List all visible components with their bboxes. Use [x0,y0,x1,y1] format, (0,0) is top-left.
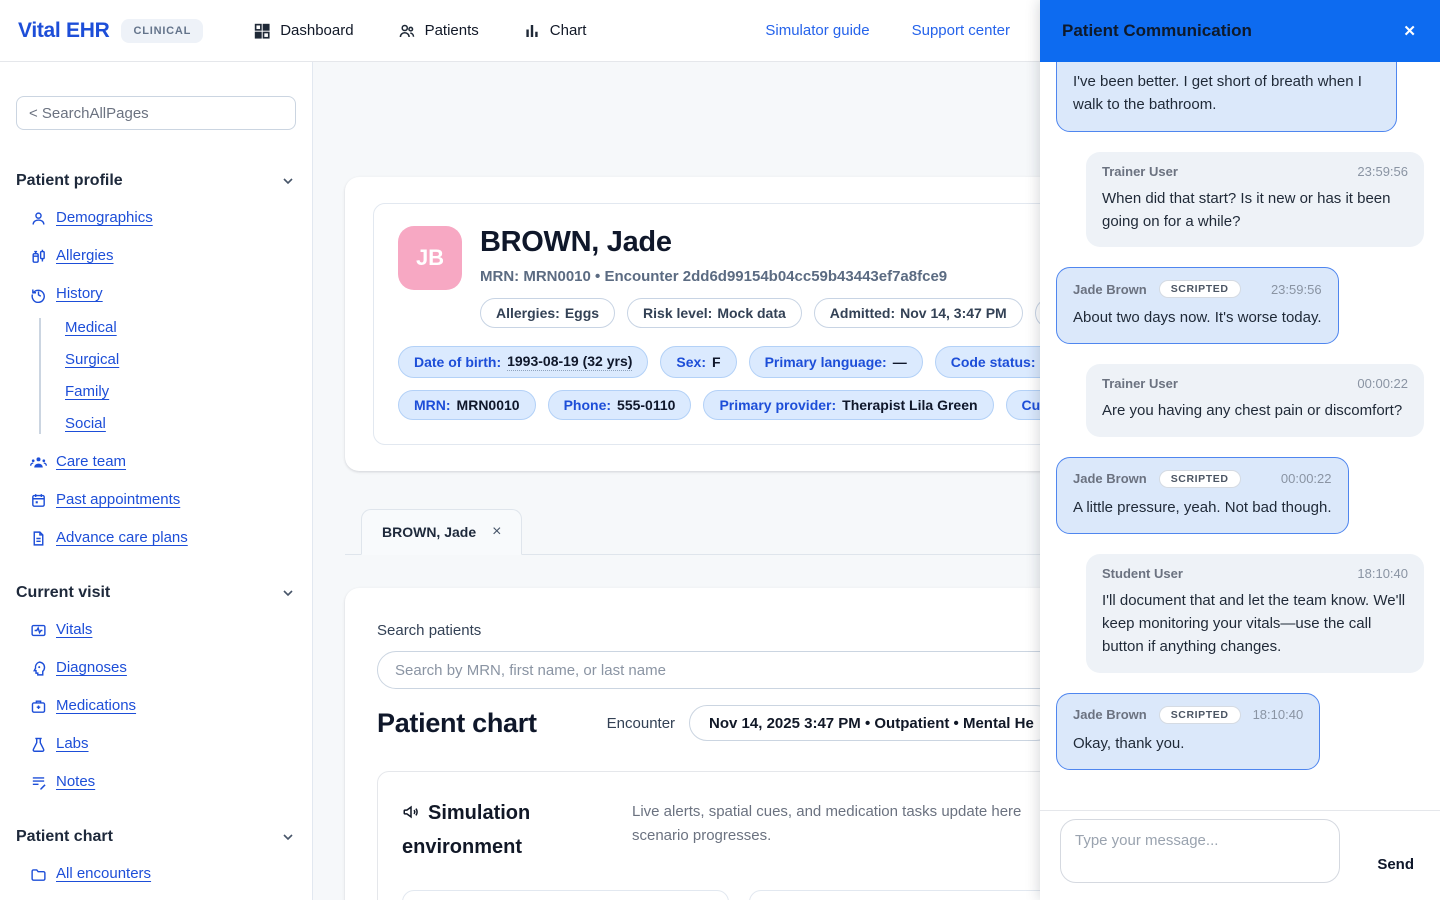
app-logo: Vital EHR [18,18,110,42]
chat-composer: Send [1040,810,1440,900]
section-patient-chart-label: Patient chart [16,828,113,845]
chat-message: Jade Brown SCRIPTED I've been better. I … [1056,62,1397,132]
history-icon [31,289,45,303]
section-patient-profile-label: Patient profile [16,172,123,189]
send-button[interactable]: Send [1371,855,1420,874]
sidebar-item-allergies[interactable]: Allergies [30,246,296,266]
chat-header: Patient Communication ✕ [1040,0,1440,62]
avatar: JB [398,226,462,290]
simulation-title: Simulation environment [402,802,531,858]
bar-chart-icon [526,24,538,37]
chevron-down-icon [283,178,293,185]
badge-primary-provider: Primary provider: Therapist Lila Green [703,390,994,420]
section-patient-chart[interactable]: Patient chart [16,828,296,846]
nav-dashboard-label: Dashboard [280,22,354,39]
chat-title: Patient Communication [1062,21,1252,40]
patient-tab[interactable]: BROWN, Jade × [361,509,523,555]
badge-allergies: Allergies: Eggs [480,298,616,328]
history-sub-list: Medical Surgical Family Social [39,318,296,434]
chat-message: Trainer User 23:59:56 When did that star… [1086,151,1424,247]
chat-message: Jade Brown SCRIPTED 23:59:56 About two d… [1056,267,1339,345]
badge-phone: Phone: 555-0110 [547,390,692,420]
badge-date-of-birth: Date of birth: 1993-08-19 (32 yrs) [398,346,649,378]
megaphone-icon [403,805,418,819]
sidebar-item-labs[interactable]: Labs [30,734,296,754]
badge-sex: Sex: F [660,346,737,378]
primary-nav: Dashboard Patients Chart [253,22,586,40]
sidebar-item-care-team[interactable]: Care team [30,452,296,472]
document-icon [33,530,44,546]
nav-patients-label: Patients [424,22,479,39]
sidebar-item-surgical[interactable]: Surgical [65,350,296,370]
flask-icon [32,737,45,752]
chat-message-input[interactable] [1060,819,1340,883]
medkit-icon [31,699,46,713]
patient-communication-panel: Patient Communication ✕ Jade Brown SCRIP… [1040,0,1440,900]
vaccine-icon [32,249,45,263]
sidebar: Patient profile Demographics Allergies H… [0,62,313,900]
folder-icon [31,868,46,881]
simulation-panel-left[interactable] [402,890,729,900]
badge-admitted: Admitted: Nov 14, 3:47 PM [813,298,1023,328]
support-center-link[interactable]: Support center [912,22,1010,39]
sidebar-item-social[interactable]: Social [65,414,296,434]
simulator-guide-link[interactable]: Simulator guide [765,22,869,39]
sidebar-item-medical[interactable]: Medical [65,318,296,338]
user-icon [32,211,45,225]
chat-message: Student User 18:10:40 I'll document that… [1086,553,1424,673]
patient-tab-label: BROWN, Jade [382,524,477,540]
sidebar-item-diagnoses[interactable]: Diagnoses [30,658,296,678]
vitals-monitor-icon [31,624,46,636]
chat-message: Trainer User 00:00:22 Are you having any… [1086,364,1424,437]
users-icon [30,456,47,467]
encounter-label: Encounter [606,714,676,732]
sidebar-item-past-appointments[interactable]: Past appointments [30,490,296,510]
encounter-select[interactable]: Nov 14, 2025 3:47 PM • Outpatient • Ment… [689,705,1054,741]
badge-mrn: MRN: MRN0010 [398,390,536,420]
secondary-links: Simulator guide Support center [765,22,1010,39]
sidebar-item-family[interactable]: Family [65,382,296,402]
scripted-badge: SCRIPTED [1158,705,1241,724]
nav-patients[interactable]: Patients [398,22,479,40]
section-patient-profile[interactable]: Patient profile [16,172,296,190]
tab-close-icon[interactable]: × [492,523,501,541]
sidebar-item-medications[interactable]: Medications [30,696,296,716]
nav-dashboard[interactable]: Dashboard [253,22,354,40]
notes-icon [32,776,46,790]
chat-message-list[interactable]: Jade Brown SCRIPTED I've been better. I … [1040,62,1440,810]
clinical-badge: CLINICAL [121,18,204,43]
sidebar-item-notes[interactable]: Notes [30,772,296,792]
chat-message: Jade Brown SCRIPTED 00:00:22 A little pr… [1056,456,1349,534]
scripted-badge: SCRIPTED [1158,469,1241,488]
sidebar-search-input[interactable] [16,96,296,130]
grid-icon [254,23,270,39]
nav-chart-label: Chart [549,22,587,39]
head-icon [33,660,46,676]
badge-risk-level: Risk level: Mock data [627,298,802,328]
calendar-icon [32,493,45,507]
section-current-visit-label: Current visit [16,584,111,601]
sidebar-item-demographics[interactable]: Demographics [30,208,296,228]
sidebar-item-all-encounters[interactable]: All encounters [30,864,296,884]
simulation-description: Live alerts, spatial cues, and medicatio… [632,803,1022,844]
nav-chart[interactable]: Chart [523,22,587,40]
scripted-badge: SCRIPTED [1158,280,1241,298]
badge-primary-language: Primary language: — [748,346,923,378]
chevron-down-icon [283,590,293,597]
sidebar-item-history[interactable]: History [30,284,296,304]
close-icon[interactable]: ✕ [1401,20,1418,42]
sidebar-item-advance-care-plans[interactable]: Advance care plans [30,528,296,548]
chat-message: Jade Brown SCRIPTED 18:10:40 Okay, thank… [1056,692,1321,770]
chevron-down-icon [283,834,293,841]
people-icon [399,24,414,37]
section-current-visit[interactable]: Current visit [16,584,296,602]
page-title: Patient chart [377,707,537,738]
sidebar-item-vitals[interactable]: Vitals [30,620,296,640]
